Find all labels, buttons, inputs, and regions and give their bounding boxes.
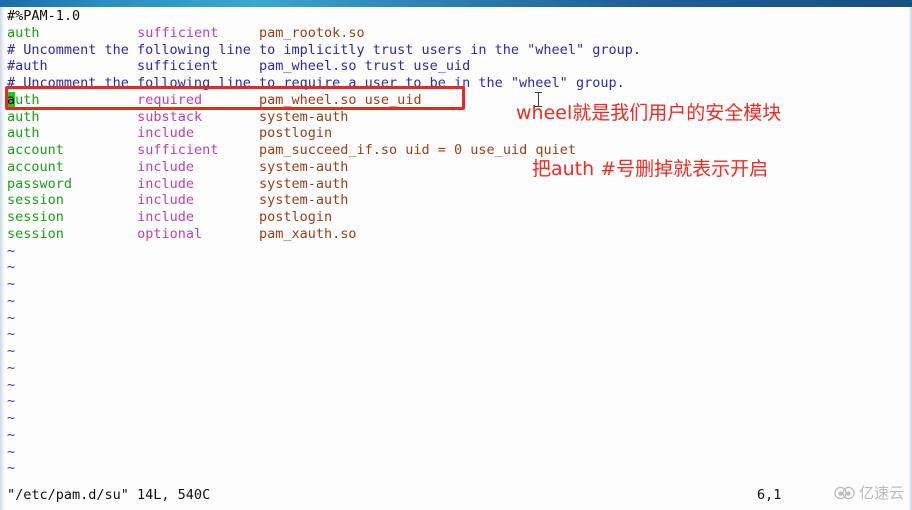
vim-empty-line-marker: ~ bbox=[7, 276, 16, 292]
vim-line-segment: #auth bbox=[7, 58, 48, 75]
vim-line-segment bbox=[40, 109, 138, 125]
vim-line-segment: substack bbox=[137, 108, 203, 125]
vim-line-segment bbox=[202, 226, 259, 242]
vim-line-segment bbox=[218, 25, 259, 41]
status-cursor-position: 6,1 bbox=[757, 487, 782, 503]
vim-empty-line-marker: ~ bbox=[7, 426, 16, 443]
vim-empty-line-marker: ~ bbox=[7, 443, 16, 460]
vim-line-segment: pam_succeed_if.so uid = 0 use_uid quiet bbox=[258, 142, 576, 158]
vim-line-segment: pam_wheel.so trust use_uid bbox=[258, 58, 471, 75]
vim-line-segment bbox=[194, 125, 259, 141]
vim-line-segment: include bbox=[137, 125, 194, 142]
terminal-window: #%PAM-1.0 auth sufficient pam_rootok.so # … bbox=[0, 0, 912, 510]
vim-line-segment bbox=[64, 159, 137, 175]
vim-empty-line-marker: ~ bbox=[7, 393, 16, 410]
vim-line-segment: session bbox=[7, 192, 64, 209]
status-file-info: "/etc/pam.d/su" 14L, 540C bbox=[7, 487, 211, 503]
vim-line-segment: auth bbox=[7, 125, 40, 142]
vim-line[interactable]: session include postlogin bbox=[7, 209, 332, 226]
vim-line[interactable]: account include system-auth bbox=[7, 159, 348, 176]
vim-line[interactable]: session optional pam_xauth.so bbox=[7, 226, 357, 243]
vim-line-segment: account bbox=[7, 142, 64, 158]
vim-line-segment bbox=[194, 209, 259, 225]
vim-empty-line-marker: ~ bbox=[7, 326, 16, 343]
vim-empty-line-marker: ~ bbox=[7, 259, 16, 276]
vim-line-segment: sufficient bbox=[137, 142, 219, 158]
vim-line-segment: system-auth bbox=[259, 192, 349, 209]
vim-line-segment bbox=[64, 226, 137, 242]
vim-line[interactable]: auth sufficient pam_rootok.so bbox=[7, 25, 365, 42]
vim-line-segment: session bbox=[7, 209, 64, 225]
vim-line-segment bbox=[194, 176, 259, 192]
vim-text-buffer[interactable]: #%PAM-1.0 auth sufficient pam_rootok.so # … bbox=[7, 8, 907, 476]
vim-empty-line-marker: ~ bbox=[7, 343, 16, 359]
vim-empty-line-marker: ~ bbox=[7, 460, 16, 477]
vim-line-segment bbox=[64, 142, 137, 158]
vim-line[interactable]: #auth sufficient pam_wheel.so trust use_… bbox=[7, 58, 470, 75]
vim-line[interactable]: session include system-auth bbox=[7, 192, 348, 209]
vim-line[interactable]: auth substack system-auth bbox=[7, 109, 348, 126]
vim-line-segment bbox=[72, 176, 137, 192]
vim-line-segment bbox=[218, 142, 259, 158]
vim-line[interactable]: # Uncomment the following line to implic… bbox=[7, 42, 641, 59]
vim-line-segment: postlogin bbox=[259, 209, 333, 225]
vim-line-segment: auth bbox=[7, 108, 40, 125]
vim-line-segment: include bbox=[137, 192, 194, 209]
annotation-note-1: wheel就是我们用户的安全模块 bbox=[516, 102, 782, 124]
vim-line-segment: pam_xauth.so bbox=[259, 225, 357, 242]
vim-line-segment: include bbox=[137, 158, 194, 175]
vim-line-segment: postlogin bbox=[259, 125, 333, 142]
vim-line-segment bbox=[48, 58, 137, 74]
window-left-edge bbox=[0, 7, 5, 510]
vim-line-segment: account bbox=[7, 158, 64, 175]
vim-line-segment: optional bbox=[137, 225, 203, 242]
site-watermark: 亿速云 bbox=[834, 484, 904, 502]
vim-empty-line-marker: ~ bbox=[7, 410, 16, 426]
vim-line[interactable]: password include system-auth bbox=[7, 176, 348, 193]
cloud-logo-icon bbox=[834, 486, 856, 500]
vim-empty-line-marker: ~ bbox=[7, 309, 16, 326]
vim-line-segment bbox=[64, 209, 137, 225]
watermark-text: 亿速云 bbox=[858, 484, 904, 502]
vim-status-line: "/etc/pam.d/su" 14L, 540C 6,1 bbox=[7, 486, 907, 504]
vim-line-segment: system-auth bbox=[259, 158, 349, 175]
vim-line-segment: include bbox=[137, 175, 194, 192]
vim-empty-line-marker: ~ bbox=[7, 242, 16, 259]
vim-line-segment: system-auth bbox=[259, 108, 349, 125]
vim-empty-line-marker: ~ bbox=[7, 376, 16, 393]
annotation-note-2: 把auth #号删掉就表示开启 bbox=[532, 158, 769, 180]
vim-line[interactable]: auth include postlogin bbox=[7, 125, 332, 142]
annotation-highlight-box bbox=[5, 86, 465, 110]
vim-line-segment bbox=[40, 25, 138, 41]
vim-line-segment: include bbox=[137, 209, 194, 225]
vim-line-segment bbox=[194, 159, 259, 175]
vim-empty-line-marker: ~ bbox=[7, 292, 16, 309]
vim-line-segment bbox=[194, 192, 259, 208]
window-titlebar bbox=[0, 0, 912, 7]
vim-empty-line-marker: ~ bbox=[7, 359, 16, 376]
vim-line-segment bbox=[40, 125, 138, 141]
vim-line-segment: sufficient bbox=[137, 58, 219, 75]
vim-line-segment: #%PAM-1.0 bbox=[7, 8, 81, 24]
vim-line-segment: auth bbox=[7, 24, 40, 41]
vim-line-segment bbox=[202, 109, 259, 125]
vim-line-segment: session bbox=[7, 225, 64, 242]
vim-line-segment: password bbox=[7, 175, 73, 192]
vim-line-segment: pam_rootok.so bbox=[258, 24, 365, 41]
vim-line-segment bbox=[218, 58, 259, 74]
vim-line-segment: system-auth bbox=[259, 175, 349, 192]
text-ibeam-cursor bbox=[535, 92, 542, 107]
vim-line[interactable]: #%PAM-1.0 bbox=[7, 8, 80, 25]
vim-line-segment bbox=[64, 192, 137, 208]
vim-line-segment: sufficient bbox=[137, 24, 219, 41]
vim-line-segment: # Uncomment the following line to implic… bbox=[7, 41, 641, 58]
vim-line[interactable]: account sufficient pam_succeed_if.so uid… bbox=[7, 142, 576, 159]
